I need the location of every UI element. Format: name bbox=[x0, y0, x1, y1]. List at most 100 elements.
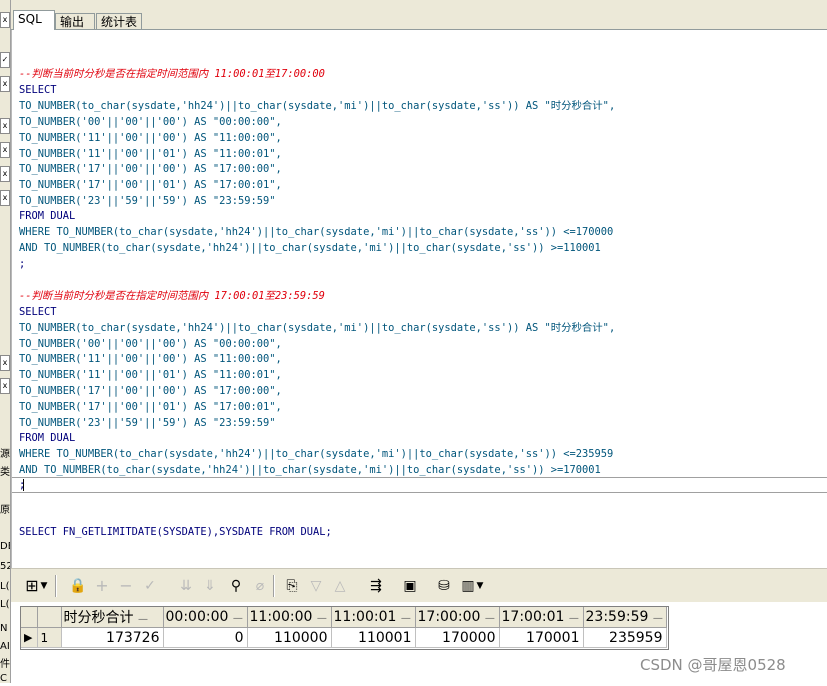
find-icon[interactable]: ⚲ bbox=[227, 577, 245, 595]
table-cell[interactable]: 170000 bbox=[415, 627, 500, 648]
table-cell[interactable]: 0 bbox=[163, 627, 248, 648]
results-table: 时分秒合计 — 00:00:00 — 11:00:00 — 11:00:01 —… bbox=[21, 607, 667, 648]
sql-line: TO_NUMBER('17'||'00'||'01') AS "17:00:01… bbox=[19, 179, 282, 191]
header-spacer bbox=[37, 607, 62, 628]
column-header-label: 00:00:00 bbox=[165, 609, 229, 625]
close-icon[interactable]: x bbox=[0, 76, 10, 92]
save-icon[interactable]: ▣ bbox=[401, 577, 419, 595]
watermark: CSDN @哥屋恩0528 bbox=[640, 656, 786, 674]
toolbar-separator bbox=[273, 575, 275, 597]
results-toolbar: ⊞ ▼ 🔒 + − ✓ ⇊ ⇓ ⚲ ⌀ ⎘ ▽ △ ⇶ ▣ ⛁ ▥ ▼ bbox=[11, 568, 827, 602]
table-cell[interactable]: 110000 bbox=[247, 627, 332, 648]
side-label: DE bbox=[0, 541, 10, 552]
db-icon[interactable]: ⛁ bbox=[435, 577, 453, 595]
export-icon[interactable]: ⎘ bbox=[283, 577, 301, 595]
close-icon[interactable]: x bbox=[0, 118, 10, 134]
close-icon[interactable]: x bbox=[0, 142, 10, 158]
sql-line: SELECT bbox=[19, 84, 57, 96]
sql-line: TO_NUMBER('11'||'00'||'00') AS "11:00:00… bbox=[19, 353, 282, 365]
add-icon: + bbox=[95, 576, 109, 595]
column-header-label: 17:00:01 bbox=[501, 609, 565, 625]
side-label: 52 bbox=[0, 561, 10, 572]
check-icon[interactable]: ✓ bbox=[0, 52, 10, 68]
side-label: N bbox=[0, 623, 8, 634]
sql-line: TO_NUMBER('11'||'00'||'00') AS "11:00:00… bbox=[19, 132, 282, 144]
sql-line: WHERE TO_NUMBER(to_char(sysdate,'hh24')|… bbox=[19, 448, 614, 460]
table-cell[interactable]: 235959 bbox=[583, 627, 667, 648]
column-header-dash: — bbox=[652, 613, 663, 624]
table-cell[interactable]: 110001 bbox=[331, 627, 416, 648]
tab-output[interactable]: 输出 bbox=[55, 13, 95, 29]
column-header-label: 时分秒合计 bbox=[63, 610, 134, 626]
sql-line: FROM DUAL bbox=[19, 432, 76, 444]
sql-line: TO_NUMBER('23'||'59'||'59') AS "23:59:59… bbox=[19, 417, 276, 429]
sql-line: SELECT FN_GETLIMITDATE(SYSDATE),SYSDATE … bbox=[19, 526, 332, 538]
table-cell[interactable]: 173726 bbox=[61, 627, 164, 648]
toolbar-separator bbox=[55, 575, 57, 597]
column-header-label: 17:00:00 bbox=[417, 609, 481, 625]
column-header[interactable]: 11:00:01 — bbox=[331, 607, 416, 628]
current-line: ; bbox=[12, 477, 827, 493]
side-label: 件 bbox=[0, 659, 10, 670]
check-icon: ✓ bbox=[144, 578, 156, 594]
dropdown-arrow-icon[interactable]: ▼ bbox=[476, 577, 484, 595]
column-header-dash: — bbox=[568, 613, 579, 624]
column-header-dash: — bbox=[316, 613, 327, 624]
sql-line: TO_NUMBER(to_char(sysdate,'hh24')||to_ch… bbox=[19, 100, 616, 112]
text-cursor bbox=[23, 479, 25, 491]
remove-icon: − bbox=[119, 576, 133, 595]
side-label: AI bbox=[0, 641, 10, 652]
column-header[interactable]: 23:59:59 — bbox=[583, 607, 667, 628]
chart-icon[interactable]: ▥ bbox=[459, 577, 477, 595]
tab-statistics[interactable]: 统计表 bbox=[96, 13, 142, 29]
table-row[interactable]: ▶ 1 173726 0 110000 110001 170000 170001… bbox=[21, 627, 667, 648]
column-header[interactable]: 时分秒合计 — bbox=[61, 607, 164, 628]
column-header[interactable]: 00:00:00 — bbox=[163, 607, 248, 628]
sql-line: ; bbox=[19, 258, 26, 270]
sql-line: AND TO_NUMBER(to_char(sysdate,'hh24')||t… bbox=[19, 464, 601, 476]
close-icon[interactable]: x bbox=[0, 190, 10, 206]
sql-line: ; bbox=[19, 479, 26, 491]
close-icon[interactable]: x bbox=[0, 12, 10, 28]
tab-sql[interactable]: SQL bbox=[13, 10, 55, 30]
close-icon[interactable]: x bbox=[0, 355, 10, 371]
dropdown-arrow-icon[interactable]: ▼ bbox=[40, 577, 48, 595]
sql-line: FROM DUAL bbox=[19, 210, 76, 222]
sql-line: TO_NUMBER('00'||'00'||'00') AS "00:00:00… bbox=[19, 116, 282, 128]
lock-icon[interactable]: 🔒 bbox=[69, 577, 87, 595]
sql-icon[interactable]: ⇶ bbox=[367, 577, 385, 595]
side-label: L(I bbox=[0, 599, 10, 610]
sql-comment: --判断当前时分秒是否在指定时间范围内 11:00:01至17:00:00 bbox=[19, 68, 325, 80]
sql-line: TO_NUMBER(to_char(sysdate,'hh24')||to_ch… bbox=[19, 322, 616, 334]
table-cell[interactable]: 170001 bbox=[499, 627, 584, 648]
header-row: 时分秒合计 — 00:00:00 — 11:00:00 — 11:00:01 —… bbox=[21, 607, 667, 628]
side-label: 源 bbox=[0, 449, 10, 460]
column-header-label: 23:59:59 bbox=[585, 609, 649, 625]
sql-comment: --判断当前时分秒是否在指定时间范围内 17:00:01至23:59:59 bbox=[19, 290, 325, 302]
sql-line: AND TO_NUMBER(to_char(sysdate,'hh24')||t… bbox=[19, 242, 601, 254]
column-header[interactable]: 17:00:00 — bbox=[415, 607, 500, 628]
close-icon[interactable]: x bbox=[0, 166, 10, 182]
down-all-icon: ⇓ bbox=[204, 578, 216, 594]
sql-line: TO_NUMBER('00'||'00'||'00') AS "00:00:00… bbox=[19, 338, 282, 350]
sql-line: WHERE TO_NUMBER(to_char(sysdate,'hh24')|… bbox=[19, 226, 614, 238]
column-header[interactable]: 17:00:01 — bbox=[499, 607, 584, 628]
column-header-dash: — bbox=[232, 613, 243, 624]
clear-icon: ⌀ bbox=[255, 578, 265, 594]
side-label: C bbox=[0, 673, 7, 684]
column-header[interactable]: 11:00:00 — bbox=[247, 607, 332, 628]
side-label: 原 bbox=[0, 505, 10, 516]
grid-icon[interactable]: ⊞ bbox=[23, 577, 41, 595]
column-header-label: 11:00:00 bbox=[249, 609, 313, 625]
sql-line: SELECT bbox=[19, 306, 57, 318]
sql-editor[interactable]: --判断当前时分秒是否在指定时间范围内 11:00:01至17:00:00 SE… bbox=[11, 30, 827, 568]
header-spacer bbox=[21, 607, 38, 628]
column-header-dash: — bbox=[137, 614, 148, 625]
close-icon[interactable]: x bbox=[0, 378, 10, 394]
triangle-up-icon: △ bbox=[334, 578, 346, 594]
sql-line: TO_NUMBER('11'||'00'||'01') AS "11:00:01… bbox=[19, 148, 282, 160]
results-grid[interactable]: 时分秒合计 — 00:00:00 — 11:00:00 — 11:00:01 —… bbox=[20, 606, 669, 650]
column-header-label: 11:00:01 bbox=[333, 609, 397, 625]
sql-line: TO_NUMBER('17'||'00'||'00') AS "17:00:00… bbox=[19, 163, 282, 175]
down-icon: ⇊ bbox=[180, 578, 192, 594]
